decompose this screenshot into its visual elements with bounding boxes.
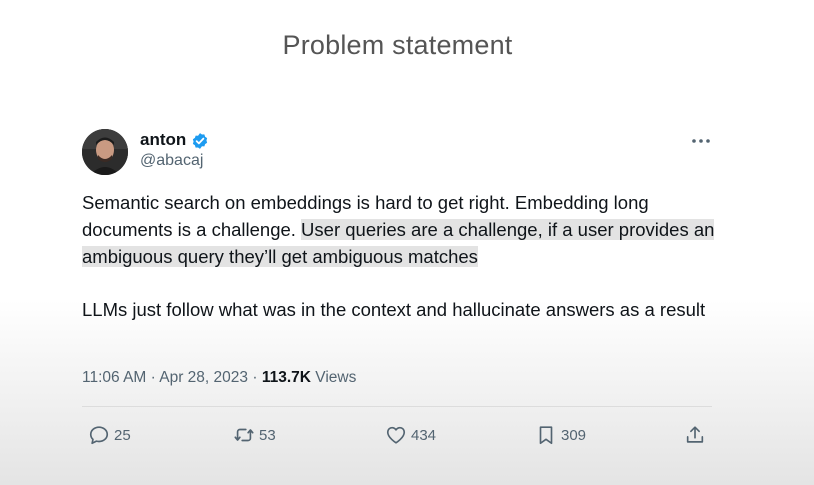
tweet-text: Semantic search on embeddings is hard to… xyxy=(82,189,742,323)
verified-badge-icon xyxy=(192,133,208,149)
like-count: 434 xyxy=(411,426,437,444)
more-options-icon[interactable] xyxy=(690,134,712,148)
tweet-timestamp[interactable]: 11:06 AM · Apr 28, 2023 · xyxy=(82,369,258,386)
slide-title: Problem statement xyxy=(282,30,513,60)
share-icon xyxy=(686,426,704,443)
divider xyxy=(82,406,712,407)
avatar-image xyxy=(82,129,128,175)
bookmark-icon xyxy=(539,426,553,445)
author-name[interactable]: anton xyxy=(140,130,186,150)
author-handle[interactable]: @abacaj xyxy=(140,152,203,170)
reply-count: 25 xyxy=(114,426,131,444)
reply-button[interactable]: 25 xyxy=(88,423,131,447)
retweet-button[interactable]: 53 xyxy=(233,423,276,447)
tweet-meta: 11:06 AM · Apr 28, 2023 · 113.7K Views xyxy=(82,369,356,387)
avatar[interactable] xyxy=(82,129,128,175)
reply-icon xyxy=(89,426,109,445)
share-button[interactable] xyxy=(684,423,710,447)
views-count: 113.7K xyxy=(261,369,311,386)
views-label: Views xyxy=(315,369,357,386)
retweet-icon xyxy=(234,428,254,442)
tweet-paragraph-2: LLMs just follow what was in the context… xyxy=(82,299,706,320)
heart-icon xyxy=(386,426,406,444)
retweet-count: 53 xyxy=(259,426,276,444)
like-button[interactable]: 434 xyxy=(385,423,436,447)
tweet-paragraph-1: Semantic search on embeddings is hard to… xyxy=(82,189,742,270)
bookmark-count: 309 xyxy=(561,426,587,444)
bookmark-button[interactable]: 309 xyxy=(535,423,586,447)
